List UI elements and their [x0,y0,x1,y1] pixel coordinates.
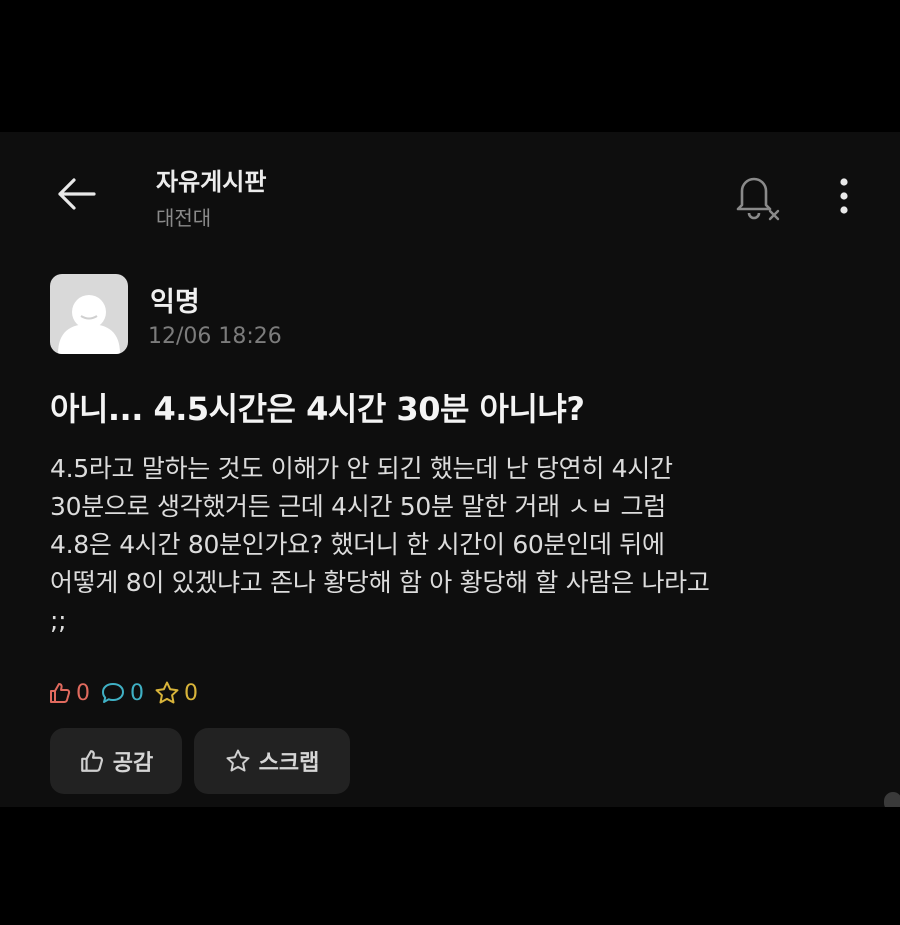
avatar[interactable] [50,274,128,354]
scrap-button[interactable]: 스크랩 [194,728,350,794]
more-options-button[interactable] [822,172,866,220]
post-body: 4.5라고 말하는 것도 이해가 안 되긴 했는데 난 당연히 4시간 30분으… [50,454,710,635]
board-title: 자유게시판 [156,168,267,196]
scrap-count-value: 0 [184,680,198,706]
board-school: 대전대 [156,206,212,230]
star-icon [155,681,179,704]
scrollbar-thumb[interactable] [884,792,900,807]
post-screen: 자유게시판 대전대 익명 12/06 18:26 아니... 4.5시간은 4시… [0,132,900,807]
author-info: 익명 12/06 18:26 [50,274,550,356]
like-count-value: 0 [76,680,90,706]
notification-button[interactable] [728,170,784,222]
scrap-count: 0 [154,680,198,706]
post-timestamp: 12/06 18:26 [148,324,282,349]
comment-count-value: 0 [130,680,144,706]
user-icon [58,295,120,354]
like-button[interactable]: 공감 [50,728,182,794]
thumbs-up-icon [50,683,71,703]
like-count: 0 [48,681,90,706]
bell-off-icon [736,177,780,221]
star-icon [226,749,250,772]
post-stats: 0 0 0 [48,678,208,708]
author-name: 익명 [150,287,200,318]
thumbs-up-icon [80,750,103,772]
back-button[interactable] [52,170,100,218]
scrap-button-label: 스크랩 [258,751,320,776]
app-header: 자유게시판 대전대 [0,132,900,242]
more-vertical-icon [840,178,848,214]
comment-count: 0 [100,681,144,706]
arrow-left-icon [58,178,96,210]
post-actions: 공감 스크랩 [50,728,362,794]
post-title: 아니... 4.5시간은 4시간 30분 아니냐? [50,390,585,428]
like-button-label: 공감 [112,751,154,776]
comment-icon [102,683,124,703]
